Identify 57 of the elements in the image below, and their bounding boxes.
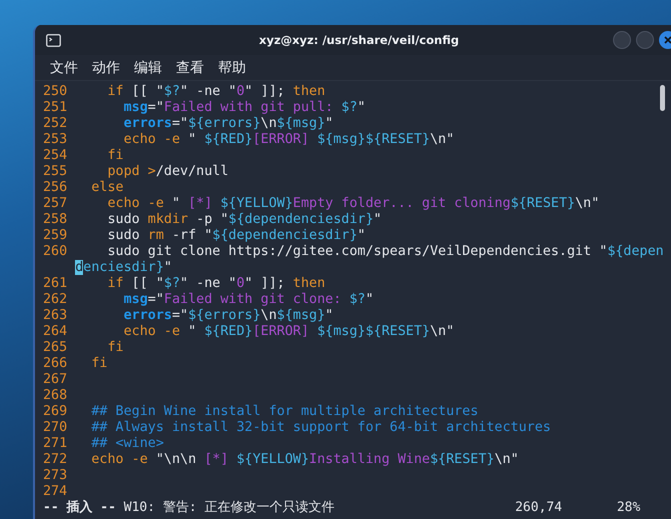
code-line: msg="Failed with git clone: $?" bbox=[122, 292, 374, 308]
line-number: 274 bbox=[43, 484, 68, 500]
line-number: 261 bbox=[43, 276, 68, 292]
code-line: echo -e " ${RED}[ERROR] ${msg}${RESET}\n" bbox=[123, 132, 454, 148]
line-number: 255 bbox=[43, 164, 68, 180]
menu-item[interactable]: 帮助 bbox=[211, 58, 253, 78]
menu-item[interactable]: 查看 bbox=[169, 58, 211, 78]
line-number: 262 bbox=[43, 292, 68, 308]
menu-item[interactable]: 编辑 bbox=[127, 58, 169, 78]
line-number: 252 bbox=[43, 116, 68, 132]
line-number: 260 bbox=[43, 244, 68, 260]
cursor-position: 260,74 bbox=[515, 500, 564, 516]
line-number: 273 bbox=[43, 468, 68, 484]
line-number: 251 bbox=[43, 100, 68, 116]
code-line: echo -e " [*] ${YELLOW}Empty folder... git cloning${RESET}\n" bbox=[106, 196, 600, 212]
window-title: xyz@xyz: /usr/share/veil/config bbox=[259, 33, 459, 47]
line-number: 268 bbox=[43, 388, 68, 404]
line-number: 266 bbox=[43, 356, 68, 372]
line-number: 257 bbox=[43, 196, 68, 212]
code-line: fi bbox=[106, 340, 124, 356]
line-number: 253 bbox=[43, 132, 68, 148]
menu-item[interactable]: 文件 bbox=[43, 58, 85, 78]
line-number: 271 bbox=[43, 436, 68, 452]
line-number: 267 bbox=[43, 372, 68, 388]
code-line: denciesdir}" bbox=[75, 260, 172, 276]
code-line: errors="${errors}\n${msg}" bbox=[122, 116, 334, 132]
code-line: echo -e "\n\n [*] ${YELLOW}Installing Wine${RESET}\n" bbox=[90, 452, 519, 468]
code-line: ## <wine> bbox=[90, 436, 164, 452]
line-number: 272 bbox=[43, 452, 68, 468]
menu-item[interactable]: 动作 bbox=[85, 58, 127, 78]
code-line: fi bbox=[90, 356, 108, 372]
code-line: errors="${errors}\n${msg}" bbox=[122, 308, 334, 324]
line-number: 270 bbox=[43, 420, 68, 436]
code-line: msg="Failed with git pull: $?" bbox=[122, 100, 366, 116]
line-number: 265 bbox=[43, 340, 68, 356]
status-message: W10: 警告: 正在修改一个只读文件 bbox=[124, 500, 336, 516]
mode-indicator: -- 插入 -- bbox=[43, 500, 116, 516]
line-number: 264 bbox=[43, 324, 68, 340]
line-number: 250 bbox=[43, 84, 68, 100]
line-number: 256 bbox=[43, 180, 68, 196]
code-line: ## Always install 32-bit support for 64-bit architectures bbox=[90, 420, 551, 436]
line-number: 258 bbox=[43, 212, 68, 228]
code-line: if [[ "$?" -ne "0" ]]; then bbox=[106, 276, 326, 292]
code-line: ## Begin Wine install for multiple architectures bbox=[90, 404, 478, 420]
code-line: else bbox=[90, 180, 124, 196]
code-line: if [[ "$?" -ne "0" ]]; then bbox=[106, 84, 326, 100]
line-number: 269 bbox=[43, 404, 68, 420]
line-number: 259 bbox=[43, 228, 68, 244]
code-line: sudo rm -rf "${dependenciesdir}" bbox=[106, 228, 366, 244]
scroll-percentage: 28% bbox=[616, 500, 640, 516]
code-line: echo -e " ${RED}[ERROR] ${msg}${RESET}\n" bbox=[123, 324, 454, 340]
line-number: 254 bbox=[43, 148, 68, 164]
line-number: 263 bbox=[43, 308, 68, 324]
code-line: sudo mkdir -p "${dependenciesdir}" bbox=[106, 212, 382, 228]
code-line: fi bbox=[106, 148, 124, 164]
code-line: sudo git clone https://gitee.com/spears/VeilDependencies.git "${depen bbox=[106, 244, 664, 260]
code-line: popd >/dev/null bbox=[106, 164, 228, 180]
